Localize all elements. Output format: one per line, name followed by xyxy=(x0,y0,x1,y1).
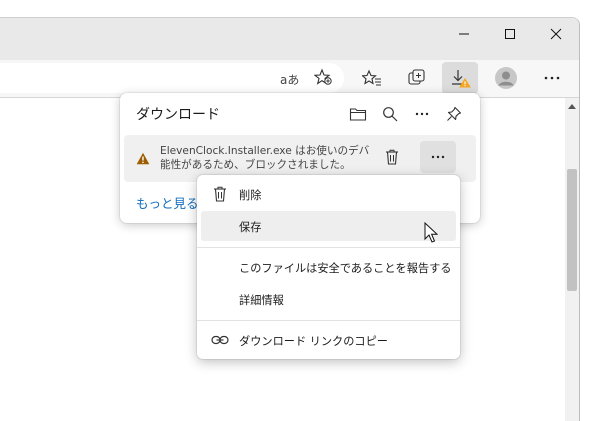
download-status-line2: 能性があるため、ブロックされました。 xyxy=(160,159,351,171)
more-icon xyxy=(544,76,560,80)
scrollbar[interactable] xyxy=(565,98,579,421)
see-more-link[interactable]: もっと見る xyxy=(136,193,199,212)
open-folder-button[interactable] xyxy=(344,101,372,127)
download-status-line1: ElevenClock.Installer.exe はお使いのデバイ xyxy=(160,145,370,157)
address-bar[interactable]: aあ xyxy=(0,63,344,93)
scroll-thumb[interactable] xyxy=(567,169,577,291)
pin-icon xyxy=(447,106,462,121)
search-downloads-button[interactable] xyxy=(376,101,404,127)
downloads-title: ダウンロード xyxy=(136,107,220,123)
link-icon xyxy=(211,331,229,349)
collections-button[interactable] xyxy=(399,62,435,94)
panel-more-button[interactable] xyxy=(408,101,436,127)
more-icon xyxy=(431,155,445,159)
menu-item-label: このファイルは安全であることを報告する xyxy=(239,262,452,275)
download-warning-icon xyxy=(452,70,471,88)
menu-item-report-safe[interactable]: このファイルは安全であることを報告する xyxy=(201,252,456,282)
mouse-cursor-icon xyxy=(424,222,438,243)
minimize-button[interactable] xyxy=(441,18,487,50)
search-icon xyxy=(383,107,398,122)
menu-divider xyxy=(197,247,460,248)
read-aloud-icon[interactable]: aあ xyxy=(280,71,299,88)
menu-item-label: 削除 xyxy=(239,189,262,202)
downloads-button[interactable] xyxy=(442,62,478,94)
warning-icon xyxy=(136,150,150,169)
settings-more-button[interactable] xyxy=(534,62,570,94)
menu-item-label: 保存 xyxy=(239,221,262,234)
close-button[interactable] xyxy=(533,18,579,50)
favorites-icon xyxy=(362,69,381,86)
menu-item-delete[interactable]: 削除 xyxy=(201,179,456,209)
trash-icon xyxy=(211,185,229,203)
download-status-text: ElevenClock.Installer.exe はお使いのデバイ 能性がある… xyxy=(160,144,370,172)
menu-item-label: 詳細情報 xyxy=(239,294,284,307)
pin-panel-button[interactable] xyxy=(440,101,468,127)
collections-icon xyxy=(408,69,425,85)
favorites-button[interactable] xyxy=(354,62,390,94)
maximize-icon xyxy=(505,29,515,39)
folder-icon xyxy=(349,108,367,121)
delete-download-button[interactable] xyxy=(374,141,410,173)
download-context-menu: 削除 保存 このファイルは安全であることを報告する 詳細情報 ダウンロード リン… xyxy=(197,175,460,359)
menu-item-learn-more[interactable]: 詳細情報 xyxy=(201,284,456,314)
scroll-up-icon[interactable] xyxy=(568,104,576,109)
trash-icon xyxy=(386,149,398,165)
close-icon xyxy=(550,28,562,40)
download-more-actions-button[interactable] xyxy=(420,141,456,173)
menu-item-copy-link[interactable]: ダウンロード リンクのコピー xyxy=(201,325,456,355)
maximize-button[interactable] xyxy=(487,18,533,50)
profile-button[interactable] xyxy=(488,62,524,94)
title-bar xyxy=(0,18,579,60)
minimize-icon xyxy=(459,33,469,35)
more-icon xyxy=(415,112,429,116)
avatar xyxy=(495,67,517,89)
menu-divider xyxy=(197,320,460,321)
menu-item-keep[interactable]: 保存 xyxy=(201,211,456,241)
add-favorite-icon[interactable] xyxy=(313,68,332,89)
menu-item-label: ダウンロード リンクのコピー xyxy=(239,335,388,348)
